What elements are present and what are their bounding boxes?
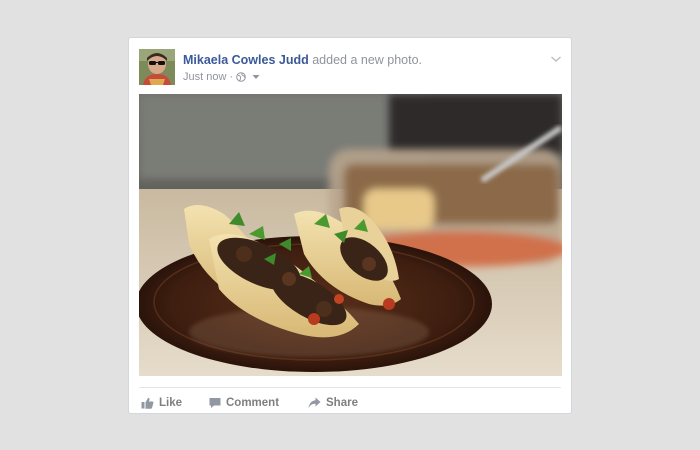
share-arrow-icon — [308, 397, 321, 409]
stuffed-shells-photo — [139, 94, 562, 376]
post-photo[interactable] — [139, 94, 562, 376]
author-name-link[interactable]: Mikaela Cowles Judd — [183, 53, 309, 67]
like-button[interactable]: Like — [141, 397, 209, 409]
meta-separator: · — [229, 71, 234, 83]
comment-button[interactable]: Comment — [209, 397, 308, 409]
actions-divider — [139, 387, 561, 388]
globe-icon[interactable] — [236, 72, 246, 82]
comment-label: Comment — [226, 397, 280, 409]
post-timestamp[interactable]: Just now — [183, 70, 226, 84]
post-header: Mikaela Cowles Judd added a new photo. — [183, 52, 422, 68]
post-actions-bar: Like Comment Share — [141, 395, 378, 411]
post-card: Mikaela Cowles Judd added a new photo. J… — [128, 37, 572, 414]
share-label: Share — [326, 397, 358, 409]
post-meta: Just now · — [183, 70, 260, 84]
like-label: Like — [159, 397, 183, 409]
thumbs-up-icon — [141, 397, 154, 409]
chevron-down-icon[interactable] — [550, 51, 562, 62]
caret-down-icon[interactable] — [252, 74, 260, 80]
avatar[interactable] — [139, 49, 175, 85]
speech-bubble-icon — [209, 397, 221, 409]
post-action-text: added a new photo. — [312, 53, 423, 67]
avatar-image — [139, 49, 175, 85]
share-button[interactable]: Share — [308, 397, 378, 409]
